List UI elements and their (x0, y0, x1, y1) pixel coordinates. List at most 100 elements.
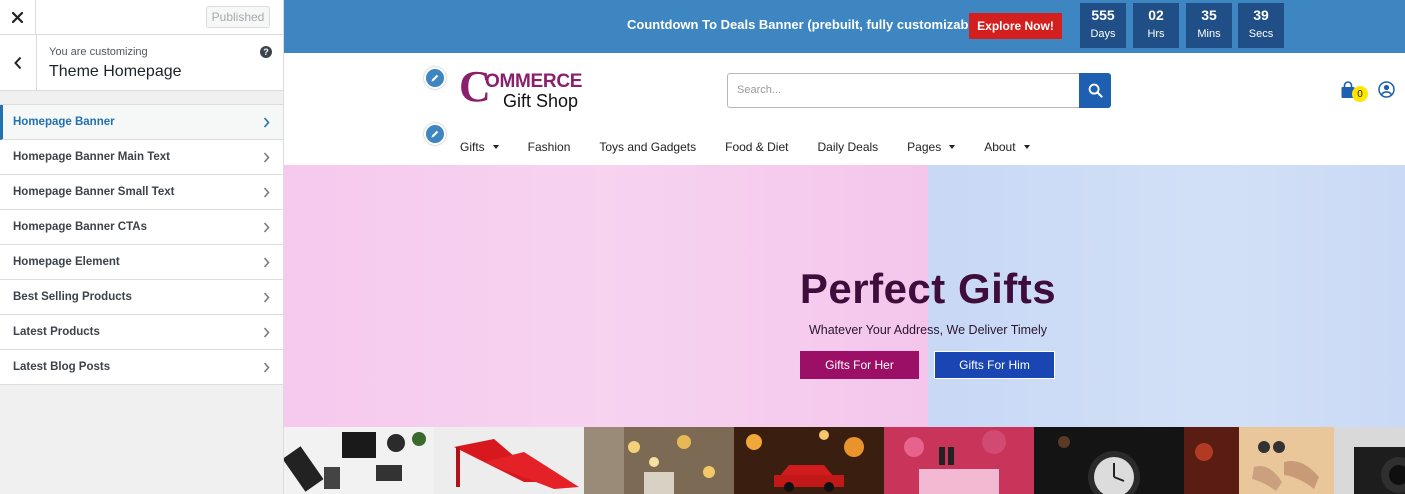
customizer-section-label: Homepage Banner Main Text (13, 151, 170, 163)
gifts-for-her-button[interactable]: Gifts For Her (800, 351, 919, 379)
customizer-section-label: Latest Products (13, 326, 100, 338)
nav-item-label: Toys and Gadgets (599, 140, 697, 154)
customizer-section-item[interactable]: Homepage Banner CTAs (0, 210, 283, 245)
countdown-unit: Days (1090, 28, 1116, 40)
back-button[interactable] (0, 35, 37, 91)
customizer-section-label: Homepage Banner CTAs (13, 221, 147, 233)
caret-down-icon (949, 145, 956, 149)
countdown-unit: Secs (1248, 28, 1274, 40)
site-preview: Countdown To Deals Banner (prebuilt, ful… (284, 0, 1405, 494)
customizer-section-item[interactable]: Homepage Element (0, 245, 283, 280)
nav-item-pages[interactable]: Pages (907, 140, 956, 154)
countdown-value: 39 (1253, 7, 1269, 23)
published-button[interactable]: Published (206, 6, 270, 28)
section-title: Theme Homepage (49, 63, 182, 80)
chevron-right-icon (263, 187, 270, 198)
countdown-banner-text: Countdown To Deals Banner (prebuilt, ful… (627, 17, 984, 32)
countdown-mins-box: 35 Mins (1186, 3, 1232, 48)
category-tile-birthday[interactable] (884, 427, 1034, 494)
wrist-watch-image (1034, 427, 1184, 494)
search-button[interactable] (1079, 73, 1111, 108)
nav-item-about[interactable]: About (984, 140, 1030, 154)
red-heels-image (434, 427, 584, 494)
chevron-right-icon (263, 362, 270, 373)
nav-item-label: Food & Diet (725, 140, 789, 154)
customizer-sidebar: Published You are customizing Theme Home… (0, 0, 284, 494)
customizer-section-label: Homepage Element (13, 256, 120, 268)
customizer-section-item[interactable]: Homepage Banner Small Text (0, 175, 283, 210)
category-tile-gadgets[interactable] (284, 427, 434, 494)
hero-subtitle: Whatever Your Address, We Deliver Timely (808, 323, 1048, 337)
countdown-unit: Mins (1197, 28, 1221, 40)
chevron-right-icon (263, 222, 270, 233)
user-account-icon[interactable] (1378, 81, 1395, 98)
countdown-days-box: 555 Days (1080, 3, 1126, 48)
chevron-right-icon (263, 292, 270, 303)
chevron-right-icon (263, 152, 270, 163)
pencil-icon (431, 74, 439, 82)
category-image-strip (284, 427, 1405, 494)
red-toy-car-image (734, 427, 884, 494)
nav-item-gifts[interactable]: Gifts (460, 140, 499, 154)
nav-item-fashion[interactable]: Fashion (528, 140, 571, 154)
customizer-section-item[interactable]: Best Selling Products (0, 280, 283, 315)
nav-item-label: Fashion (527, 140, 571, 154)
search-icon (1088, 83, 1103, 98)
christmas-lights-image (584, 427, 734, 494)
nav-item-food-diet[interactable]: Food & Diet (725, 140, 788, 154)
sunglasses-sandals-image (1184, 427, 1334, 494)
customizer-section-item[interactable]: Homepage Banner Main Text (0, 140, 283, 175)
category-tile-fashion[interactable] (434, 427, 584, 494)
customizer-section-label: Homepage Banner Small Text (13, 186, 175, 198)
customizer-section-header: You are customizing Theme Homepage ? (0, 35, 283, 91)
hero-title: Perfect Gifts (799, 265, 1057, 312)
help-icon[interactable]: ? (260, 46, 272, 58)
caret-down-icon (492, 145, 499, 149)
countdown-secs-box: 39 Secs (1238, 3, 1284, 48)
close-icon (12, 12, 23, 23)
customizer-section-label: Best Selling Products (13, 291, 132, 303)
chevron-left-icon (14, 56, 22, 70)
countdown-hrs-box: 02 Hrs (1133, 3, 1179, 48)
cart-count-badge: 0 (1352, 86, 1368, 102)
chevron-right-icon (263, 117, 270, 128)
nav-item-label: Pages (907, 140, 942, 154)
category-tile-toy-car[interactable] (734, 427, 884, 494)
site-header: C OMMERCE Gift Shop Search... 0 Gifts Fa… (284, 53, 1405, 165)
customizer-section-item[interactable]: Homepage Banner (0, 105, 283, 140)
birthday-cake-image (884, 427, 1034, 494)
countdown-unit: Hrs (1147, 28, 1165, 40)
nav-item-label: Daily Deals (817, 140, 879, 154)
customizer-section-item[interactable]: Latest Products (0, 315, 283, 350)
category-tile-watch[interactable] (1034, 427, 1184, 494)
countdown-banner: Countdown To Deals Banner (prebuilt, ful… (284, 0, 1405, 53)
countdown-value: 555 (1091, 7, 1115, 23)
category-tile-accessories[interactable] (1184, 427, 1334, 494)
nav-item-label: Gifts (460, 140, 485, 154)
nav-item-toys-and-gadgets[interactable]: Toys and Gadgets (599, 140, 696, 154)
edit-logo-button[interactable] (424, 67, 446, 89)
primary-nav: Gifts Fashion Toys and Gadgets Food & Diet D… (460, 137, 1059, 157)
camera-image (1334, 427, 1405, 494)
customizing-label: You are customizing (49, 46, 148, 58)
nav-item-label: About (984, 140, 1016, 154)
countdown-value: 02 (1148, 7, 1164, 23)
chevron-right-icon (263, 327, 270, 338)
gifts-for-him-button[interactable]: Gifts For Him (934, 351, 1055, 379)
explore-now-button[interactable]: Explore Now! (969, 13, 1062, 39)
customizer-topbar: Published (0, 0, 283, 35)
chevron-right-icon (263, 257, 270, 268)
nav-item-daily-deals[interactable]: Daily Deals (817, 140, 878, 154)
hero-banner: Perfect Gifts Whatever Your Address, We … (284, 165, 1405, 427)
customizer-section-list: Homepage Banner Homepage Banner Main Text… (0, 104, 283, 385)
edit-menu-button[interactable] (424, 123, 446, 145)
countdown-value: 35 (1201, 7, 1217, 23)
customizer-section-label: Homepage Banner (13, 116, 115, 128)
search-input[interactable]: Search... (727, 73, 1080, 108)
category-tile-christmas[interactable] (584, 427, 734, 494)
customizer-section-label: Latest Blog Posts (13, 361, 111, 373)
site-logo[interactable]: C OMMERCE Gift Shop (459, 62, 599, 114)
customizer-section-item[interactable]: Latest Blog Posts (0, 350, 283, 385)
close-customizer-button[interactable] (0, 0, 36, 35)
category-tile-camera[interactable] (1334, 427, 1405, 494)
